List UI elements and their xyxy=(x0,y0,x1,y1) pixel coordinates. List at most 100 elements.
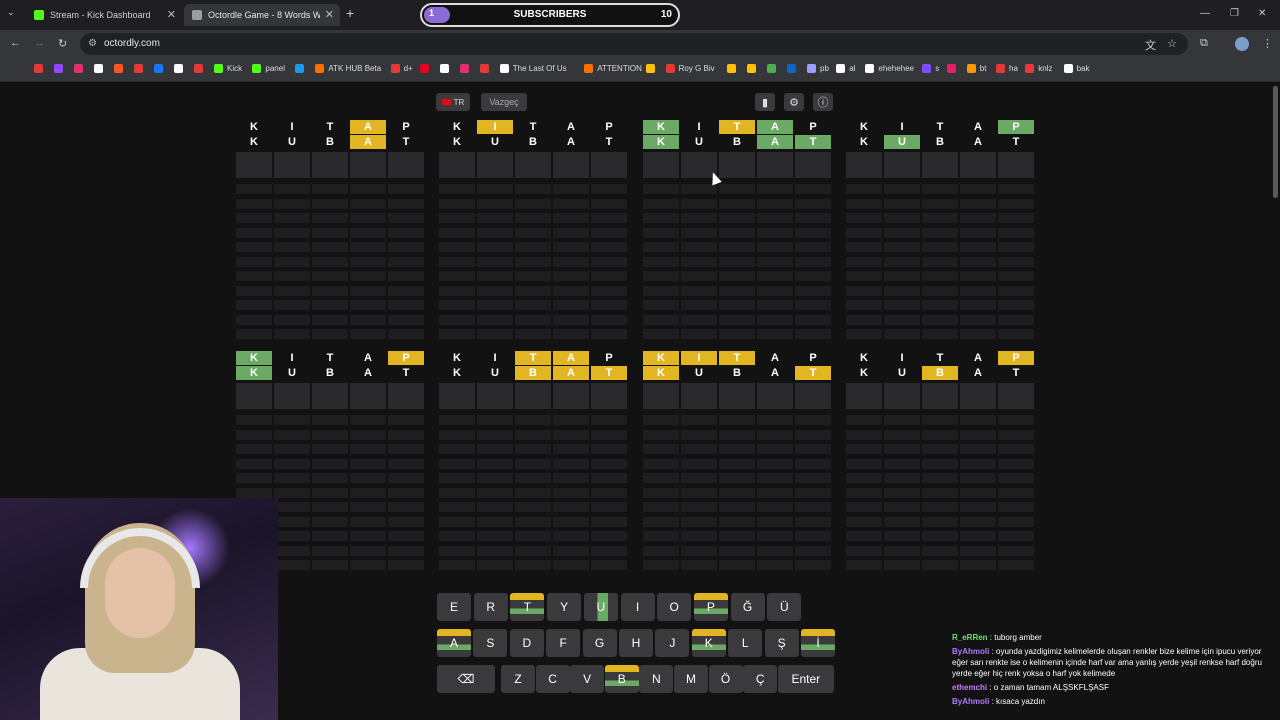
key-y[interactable]: Y xyxy=(547,593,582,621)
bookmark-item[interactable] xyxy=(54,64,67,73)
backspace-key[interactable]: ⌫ xyxy=(437,665,495,693)
bookmark-item[interactable] xyxy=(154,64,167,73)
bookmark-item[interactable] xyxy=(645,64,659,73)
bookmark-item[interactable]: pb xyxy=(807,64,829,73)
page-scrollbar[interactable] xyxy=(1273,86,1278,198)
key-n[interactable]: N xyxy=(639,665,674,693)
bookmark-item[interactable] xyxy=(34,64,47,73)
bookmark-item[interactable]: bak xyxy=(1063,64,1090,73)
key-ü[interactable]: Ü xyxy=(767,593,802,621)
key-d[interactable]: D xyxy=(509,629,544,657)
close-window-icon[interactable]: ✕ xyxy=(1258,8,1266,19)
site-info-icon[interactable]: ⚙ xyxy=(88,38,97,49)
bookmark-item[interactable] xyxy=(134,64,147,73)
bookmark-item[interactable]: ehehehee xyxy=(865,64,914,73)
extensions-icon[interactable]: ⧉ xyxy=(1200,37,1208,50)
bookmark-item[interactable] xyxy=(459,64,473,73)
key-ç[interactable]: Ç xyxy=(743,665,778,693)
bookmark-item[interactable]: Roy G Biv xyxy=(665,64,715,73)
future-tile xyxy=(553,429,589,440)
tab-search-icon[interactable]: ⌄ xyxy=(7,7,15,18)
key-p[interactable]: P xyxy=(693,593,728,621)
key-g[interactable]: G xyxy=(582,629,617,657)
bookmark-item[interactable]: The Last Of Us xyxy=(499,64,567,73)
stats-icon[interactable]: ▮ xyxy=(755,93,775,111)
key-z[interactable]: Z xyxy=(501,665,535,693)
bookmark-star-icon[interactable]: ☆ xyxy=(1167,37,1177,50)
key-m[interactable]: M xyxy=(674,665,708,693)
bookmark-item[interactable]: s xyxy=(922,64,939,73)
key-o[interactable]: O xyxy=(657,593,692,621)
bookmark-item[interactable]: Kick xyxy=(214,64,242,73)
key-v[interactable]: V xyxy=(570,665,605,693)
key-i̇[interactable]: İ xyxy=(801,629,835,657)
menu-icon[interactable]: ⋮ xyxy=(1262,37,1273,50)
key-i[interactable]: I xyxy=(620,593,655,621)
future-tile xyxy=(643,444,679,454)
bookmark-item[interactable]: ATK HUB Beta xyxy=(315,64,381,73)
tab-kick-dashboard[interactable]: Stream - Kick Dashboard ✕ xyxy=(26,4,182,26)
bookmark-item[interactable]: knlz xyxy=(1025,64,1052,73)
key-ğ[interactable]: Ğ xyxy=(730,593,765,621)
bookmark-item[interactable] xyxy=(419,64,433,73)
chat-message: ByAhmoli : oyunda yazdigimiz kelimelerde… xyxy=(952,646,1274,679)
bookmark-item[interactable]: bt xyxy=(966,64,986,73)
bookmark-item[interactable] xyxy=(946,64,960,73)
key-e[interactable]: E xyxy=(437,593,471,621)
key-r[interactable]: R xyxy=(473,593,508,621)
reload-icon[interactable]: ↻ xyxy=(58,37,67,50)
bookmark-item[interactable] xyxy=(479,64,493,73)
bookmark-item[interactable] xyxy=(767,64,780,73)
new-tab-icon[interactable]: + xyxy=(346,5,354,21)
forward-icon[interactable]: → xyxy=(34,37,45,49)
key-t[interactable]: T xyxy=(510,593,545,621)
future-tile xyxy=(312,242,348,252)
key-j[interactable]: J xyxy=(655,629,690,657)
key-s[interactable]: S xyxy=(473,629,508,657)
bookmark-item[interactable] xyxy=(114,64,127,73)
active-row xyxy=(846,383,1036,411)
bookmark-item[interactable] xyxy=(747,64,760,73)
back-icon[interactable]: ← xyxy=(10,37,21,49)
profile-avatar[interactable] xyxy=(1235,37,1249,51)
give-up-button[interactable]: Vazgeç xyxy=(481,93,527,111)
key-k[interactable]: K xyxy=(691,629,726,657)
info-icon[interactable]: ⓘ xyxy=(813,93,833,111)
bookmark-item[interactable] xyxy=(787,64,800,73)
key-b[interactable]: B xyxy=(604,665,639,693)
bookmark-item[interactable] xyxy=(94,64,107,73)
key-f[interactable]: F xyxy=(546,629,581,657)
future-tile xyxy=(643,242,679,252)
address-bar[interactable]: ⚙ octordly.com xyxy=(80,33,1188,55)
minimize-icon[interactable]: — xyxy=(1200,8,1210,19)
bookmark-item[interactable] xyxy=(74,64,87,73)
key-c[interactable]: C xyxy=(535,665,570,693)
enter-key[interactable]: Enter xyxy=(777,665,834,693)
tab-close-icon[interactable]: ✕ xyxy=(167,8,176,21)
key-ö[interactable]: Ö xyxy=(708,665,743,693)
bookmark-item[interactable] xyxy=(727,64,740,73)
bookmark-item[interactable]: ATTENTION xyxy=(584,64,642,73)
key-h[interactable]: H xyxy=(619,629,653,657)
language-button[interactable]: TR xyxy=(436,93,470,111)
bookmark-item[interactable] xyxy=(194,64,207,73)
tab-close-icon[interactable]: ✕ xyxy=(325,8,334,21)
bookmark-item[interactable] xyxy=(174,64,187,73)
translate-icon[interactable]: 文 xyxy=(1145,37,1156,53)
bookmark-item[interactable]: d+ xyxy=(390,64,413,73)
bookmark-label: ha xyxy=(1009,64,1018,73)
bookmark-item[interactable] xyxy=(439,64,453,73)
bookmark-item[interactable]: ha xyxy=(996,64,1018,73)
key-u[interactable]: U xyxy=(583,593,618,621)
bookmark-item[interactable] xyxy=(295,64,308,73)
key-ş[interactable]: Ş xyxy=(764,629,799,657)
restore-icon[interactable]: ❐ xyxy=(1230,8,1239,19)
bookmark-item[interactable]: panel xyxy=(252,64,285,73)
settings-icon[interactable]: ⚙ xyxy=(784,93,804,111)
key-l[interactable]: L xyxy=(728,629,763,657)
key-a[interactable]: A xyxy=(437,629,471,657)
bookmark-item[interactable]: al xyxy=(836,64,855,73)
future-tile xyxy=(681,444,717,454)
tab-octordle[interactable]: Octordle Game - 8 Words Wordle ✕ xyxy=(184,4,340,26)
future-row xyxy=(643,531,833,545)
